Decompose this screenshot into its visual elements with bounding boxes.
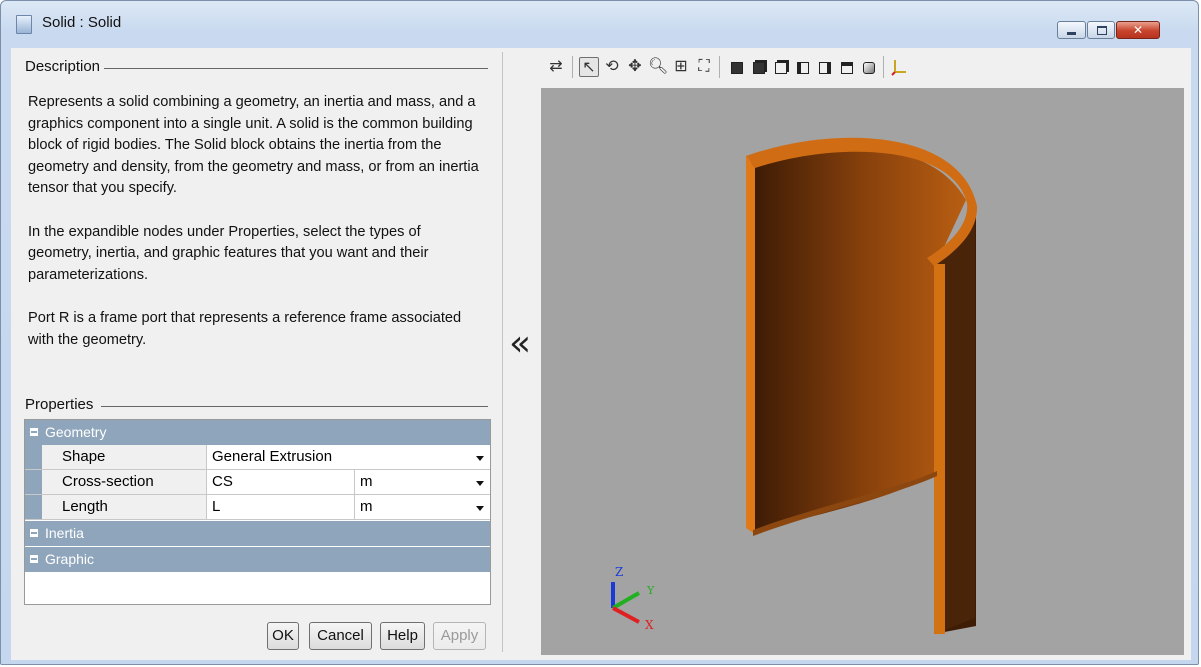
- minimize-button[interactable]: [1057, 21, 1086, 39]
- dialog-client-area: Description Represents a solid combining…: [11, 48, 1191, 660]
- dropdown-arrow-icon[interactable]: [476, 481, 484, 486]
- property-row-length: Length L m: [25, 495, 490, 520]
- zoom-box-icon[interactable]: ⊞: [671, 57, 691, 77]
- row-gutter: [25, 445, 42, 469]
- inertia-category[interactable]: Inertia: [25, 521, 490, 546]
- maximize-button[interactable]: [1087, 21, 1115, 39]
- cancel-button[interactable]: Cancel: [309, 622, 372, 650]
- title-bar[interactable]: Solid : Solid: [1, 1, 1198, 45]
- window-title: Solid : Solid: [42, 14, 122, 31]
- property-name: Length: [42, 495, 207, 519]
- right-view-icon[interactable]: [793, 57, 813, 77]
- property-row-cross-section: Cross-section CS m: [25, 470, 490, 495]
- description-paragraph: Port R is a frame port that represents a…: [28, 309, 462, 348]
- axis-x-label: X: [645, 618, 654, 632]
- property-row-shape: Shape General Extrusion: [25, 445, 490, 470]
- description-group-label: Description: [25, 58, 105, 75]
- bottom-view-icon[interactable]: [837, 57, 857, 77]
- dropdown-arrow-icon[interactable]: [476, 456, 484, 461]
- solid-dialog-window: Solid : Solid Description Represents a s…: [0, 0, 1199, 665]
- zoom-icon[interactable]: 🔍︎: [648, 57, 668, 77]
- row-gutter: [25, 470, 42, 494]
- description-group-line: [103, 68, 488, 69]
- length-input[interactable]: L: [207, 495, 354, 519]
- graphic-category-label: Graphic: [45, 551, 95, 567]
- pan-icon[interactable]: ✥: [625, 57, 645, 77]
- top-view-icon[interactable]: [815, 57, 835, 77]
- unit-value: m: [360, 498, 373, 515]
- collapse-panel-icon[interactable]: «: [509, 326, 531, 362]
- length-unit-select[interactable]: m: [354, 495, 490, 519]
- dropdown-arrow-icon[interactable]: [476, 506, 484, 511]
- swap-icon[interactable]: ⇄: [546, 57, 566, 77]
- orientation-axes: Z Y X: [611, 565, 655, 632]
- back-view-icon[interactable]: [749, 57, 769, 77]
- left-view-icon[interactable]: [771, 57, 791, 77]
- description-text: Represents a solid combining a geometry,…: [28, 92, 488, 373]
- shape-select[interactable]: General Extrusion: [207, 445, 490, 469]
- properties-group-line: [101, 406, 488, 407]
- property-name: Shape: [42, 445, 207, 469]
- apply-button[interactable]: Apply: [433, 622, 486, 650]
- axis-z-label: Z: [615, 565, 623, 579]
- geometry-category[interactable]: Geometry: [25, 420, 490, 445]
- cross-section-unit-select[interactable]: m: [354, 470, 490, 494]
- fit-view-icon[interactable]: ⛶: [694, 57, 714, 77]
- cross-section-input[interactable]: CS: [207, 470, 354, 494]
- axes-icon[interactable]: [889, 57, 909, 77]
- help-button[interactable]: Help: [380, 622, 425, 650]
- extruded-solid: [746, 137, 978, 634]
- geometry-category-label: Geometry: [45, 424, 107, 440]
- property-grid: Geometry Shape General Extrusion Cross-s…: [24, 419, 491, 605]
- toolbar-separator: [883, 56, 884, 78]
- isometric-view-icon[interactable]: [859, 57, 879, 77]
- block-icon: [16, 15, 32, 34]
- select-icon[interactable]: ↖: [579, 57, 599, 77]
- graphic-category[interactable]: Graphic: [25, 547, 490, 572]
- toolbar-separator: [572, 56, 573, 78]
- block-parameters-panel: Description Represents a solid combining…: [11, 48, 496, 660]
- viewer-toolbar: ⇄ ↖ ⟲ ✥ 🔍︎ ⊞ ⛶: [536, 50, 1036, 82]
- axis-y-label: Y: [646, 584, 655, 597]
- front-view-icon[interactable]: [727, 57, 747, 77]
- toolbar-separator: [719, 56, 720, 78]
- description-paragraph: In the expandible nodes under Properties…: [28, 223, 429, 283]
- expand-icon[interactable]: [30, 555, 38, 564]
- description-paragraph: Represents a solid combining a geometry,…: [28, 94, 479, 197]
- 3d-viewport[interactable]: Z Y X: [541, 88, 1184, 655]
- scene-svg: Z Y X: [611, 137, 978, 634]
- collapse-icon[interactable]: [30, 428, 38, 437]
- inertia-category-label: Inertia: [45, 525, 84, 541]
- unit-value: m: [360, 473, 373, 490]
- ok-button[interactable]: OK: [267, 622, 299, 650]
- close-button[interactable]: [1116, 21, 1160, 39]
- row-gutter: [25, 495, 42, 519]
- property-name: Cross-section: [42, 470, 207, 494]
- rotate-icon[interactable]: ⟲: [602, 57, 622, 77]
- expand-icon[interactable]: [30, 529, 38, 538]
- shape-select-value: General Extrusion: [212, 448, 333, 465]
- properties-group-label: Properties: [25, 396, 98, 413]
